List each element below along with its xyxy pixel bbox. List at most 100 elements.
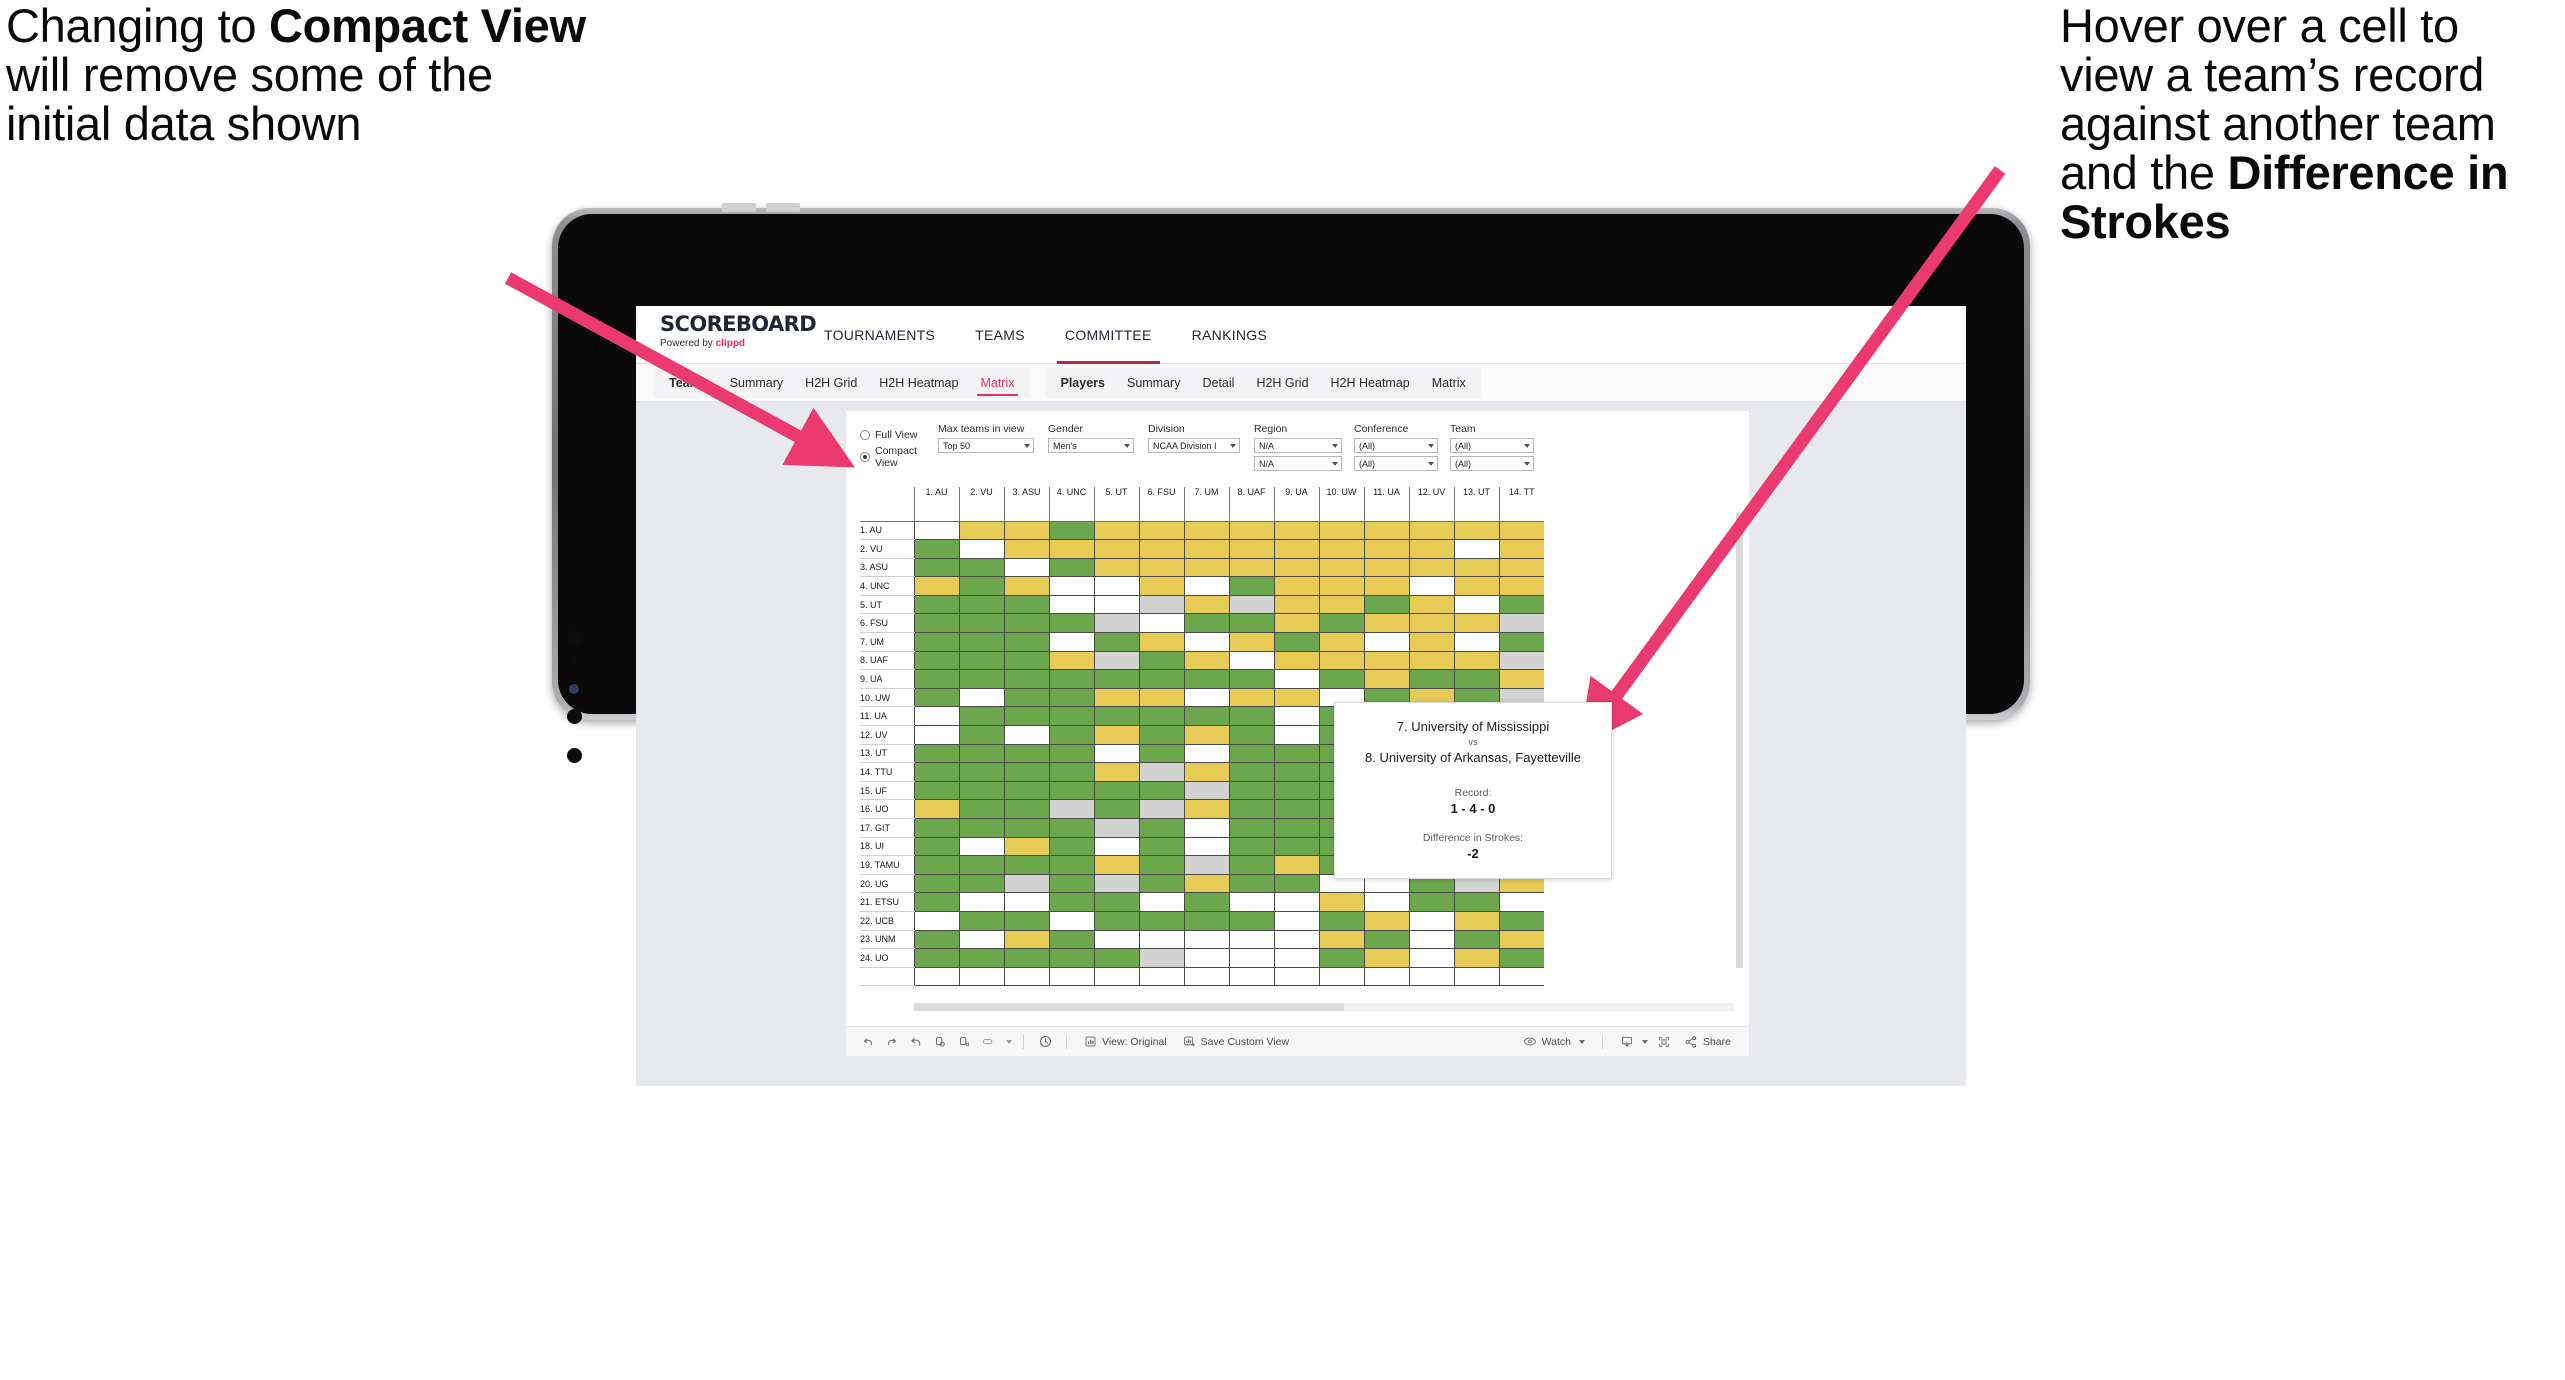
matrix-cell[interactable] bbox=[1273, 744, 1319, 764]
matrix-cell[interactable] bbox=[1138, 706, 1184, 727]
filter-region-select-1[interactable]: N/A bbox=[1254, 438, 1342, 453]
matrix-cell[interactable] bbox=[958, 576, 1004, 596]
revert-icon[interactable] bbox=[904, 1029, 928, 1055]
fullscreen-icon[interactable] bbox=[1652, 1029, 1676, 1055]
matrix-row-header[interactable]: 1. AU bbox=[860, 521, 914, 541]
matrix-cell[interactable] bbox=[958, 706, 1004, 727]
matrix-cell[interactable] bbox=[1363, 521, 1409, 541]
matrix-cell[interactable] bbox=[958, 725, 1004, 745]
matrix-cell[interactable] bbox=[1138, 799, 1184, 819]
matrix-cell[interactable] bbox=[1408, 930, 1454, 950]
matrix-cell[interactable] bbox=[1498, 930, 1544, 950]
matrix-cell[interactable] bbox=[913, 632, 959, 652]
matrix-cell[interactable] bbox=[1453, 521, 1499, 541]
matrix-cell[interactable] bbox=[1138, 651, 1184, 671]
matrix-cell[interactable] bbox=[1048, 632, 1094, 652]
matrix-col-header[interactable]: 7. UM bbox=[1183, 487, 1229, 521]
matrix-cell[interactable] bbox=[913, 855, 959, 875]
matrix-cell[interactable] bbox=[1093, 595, 1139, 615]
matrix-cell[interactable] bbox=[1093, 576, 1139, 596]
matrix-cell[interactable] bbox=[1363, 632, 1409, 652]
matrix-cell[interactable] bbox=[1003, 818, 1049, 838]
matrix-cell[interactable] bbox=[1273, 558, 1319, 578]
matrix-cell[interactable] bbox=[1183, 521, 1229, 541]
matrix-row-header[interactable]: 20. UG bbox=[860, 874, 914, 894]
matrix-cell[interactable] bbox=[1138, 576, 1184, 596]
matrix-cell[interactable] bbox=[1408, 576, 1454, 596]
matrix-cell[interactable] bbox=[1453, 651, 1499, 671]
subnav-teams-summary[interactable]: Summary bbox=[719, 368, 794, 398]
matrix-cell[interactable] bbox=[958, 837, 1004, 857]
matrix-cell[interactable] bbox=[1273, 762, 1319, 782]
matrix-cell[interactable] bbox=[1138, 762, 1184, 782]
matrix-cell[interactable] bbox=[958, 539, 1004, 559]
matrix-cell[interactable] bbox=[1273, 595, 1319, 615]
matrix-cell[interactable] bbox=[1453, 539, 1499, 559]
matrix-cell[interactable] bbox=[1093, 521, 1139, 541]
matrix-cell[interactable] bbox=[1048, 595, 1094, 615]
matrix-cell[interactable] bbox=[1273, 818, 1319, 838]
matrix-cell[interactable] bbox=[1048, 669, 1094, 689]
matrix-cell[interactable] bbox=[1138, 521, 1184, 541]
matrix-cell[interactable] bbox=[1318, 892, 1364, 912]
matrix-cell[interactable] bbox=[1228, 521, 1274, 541]
matrix-cell[interactable] bbox=[958, 762, 1004, 782]
matrix-cell[interactable] bbox=[1138, 781, 1184, 801]
matrix-cell[interactable] bbox=[1048, 762, 1094, 782]
matrix-cell[interactable] bbox=[1273, 837, 1319, 857]
matrix-cell[interactable] bbox=[1498, 613, 1544, 634]
matrix-cell[interactable] bbox=[1408, 521, 1454, 541]
subnav-teams-h2h-heatmap[interactable]: H2H Heatmap bbox=[868, 368, 969, 398]
matrix-cell[interactable] bbox=[1498, 595, 1544, 615]
matrix-cell[interactable] bbox=[913, 781, 959, 801]
matrix-col-header[interactable]: 2. VU bbox=[958, 487, 1004, 521]
matrix-cell[interactable] bbox=[958, 558, 1004, 578]
matrix-cell[interactable] bbox=[1228, 930, 1274, 950]
matrix-cell[interactable] bbox=[1498, 911, 1544, 931]
subnav-players-detail[interactable]: Detail bbox=[1191, 368, 1245, 398]
matrix-cell[interactable] bbox=[1408, 948, 1454, 968]
matrix-cell[interactable] bbox=[1093, 911, 1139, 931]
matrix-cell[interactable] bbox=[1498, 669, 1544, 689]
matrix-cell[interactable] bbox=[1048, 651, 1094, 671]
matrix-cell[interactable] bbox=[1318, 613, 1364, 634]
matrix-cell[interactable] bbox=[958, 613, 1004, 634]
matrix-cell[interactable] bbox=[1183, 874, 1229, 894]
matrix-cell[interactable] bbox=[1003, 930, 1049, 950]
matrix-cell[interactable] bbox=[1318, 669, 1364, 689]
matrix-cell[interactable] bbox=[1498, 521, 1544, 541]
matrix-cell[interactable] bbox=[1408, 911, 1454, 931]
matrix-cell[interactable] bbox=[1003, 892, 1049, 912]
matrix-cell[interactable] bbox=[1003, 539, 1049, 559]
matrix-cell[interactable] bbox=[1003, 948, 1049, 968]
matrix-cell[interactable] bbox=[1363, 613, 1409, 634]
matrix-cell[interactable] bbox=[913, 744, 959, 764]
matrix-cell[interactable] bbox=[1228, 818, 1274, 838]
matrix-cell[interactable] bbox=[1228, 874, 1274, 894]
matrix-cell[interactable] bbox=[1318, 911, 1364, 931]
matrix-cell[interactable] bbox=[1318, 930, 1364, 950]
matrix-cell[interactable] bbox=[1093, 799, 1139, 819]
matrix-cell[interactable] bbox=[1093, 725, 1139, 745]
matrix-cell[interactable] bbox=[1048, 539, 1094, 559]
matrix-cell[interactable] bbox=[1093, 892, 1139, 912]
matrix-cell[interactable] bbox=[1003, 706, 1049, 727]
matrix-cell[interactable] bbox=[1048, 948, 1094, 968]
filter-division-select[interactable]: NCAA Division I bbox=[1148, 438, 1240, 453]
matrix-cell[interactable] bbox=[1183, 799, 1229, 819]
matrix-cell[interactable] bbox=[1498, 539, 1544, 559]
filter-conference-select-1[interactable]: (All) bbox=[1354, 438, 1438, 453]
matrix-cell[interactable] bbox=[1003, 781, 1049, 801]
matrix-cell[interactable] bbox=[1003, 799, 1049, 819]
matrix-cell[interactable] bbox=[1273, 613, 1319, 634]
matrix-cell[interactable] bbox=[958, 874, 1004, 894]
matrix-col-header[interactable]: 9. UA bbox=[1273, 487, 1319, 521]
download-button[interactable] bbox=[1612, 1029, 1652, 1055]
matrix-col-header[interactable]: 10. UW bbox=[1318, 487, 1364, 521]
matrix-col-header[interactable]: 5. UT bbox=[1093, 487, 1139, 521]
matrix-cell[interactable] bbox=[1273, 892, 1319, 912]
matrix-cell[interactable] bbox=[1093, 558, 1139, 578]
matrix-cell[interactable] bbox=[1318, 521, 1364, 541]
matrix-cell[interactable] bbox=[1228, 706, 1274, 727]
matrix-cell[interactable] bbox=[1453, 892, 1499, 912]
